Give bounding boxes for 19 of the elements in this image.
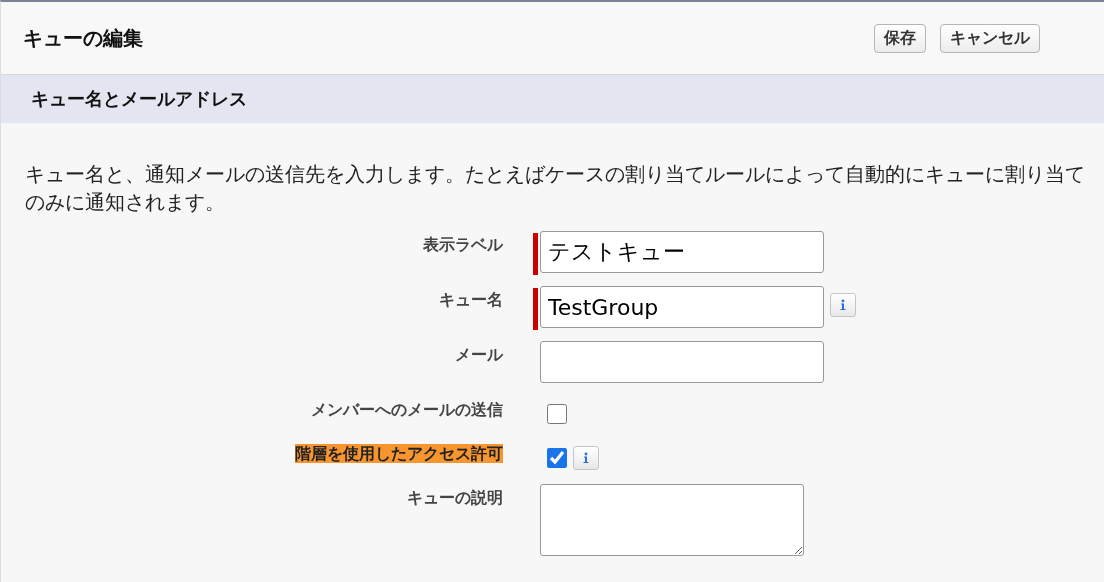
- page-title: キューの編集: [23, 24, 143, 52]
- field-label: キューの説明: [407, 488, 503, 507]
- field-label: 表示ラベル: [423, 235, 503, 254]
- input-field[interactable]: テストキュー: [540, 231, 824, 273]
- action-button[interactable]: 保存: [874, 23, 926, 53]
- checkbox[interactable]: [547, 448, 567, 468]
- field-label: キュー名: [439, 290, 503, 309]
- section-title: キュー名とメールアドレス: [31, 87, 247, 111]
- info-icon[interactable]: [573, 446, 599, 470]
- field-label: 階層を使用したアクセス許可: [295, 444, 503, 463]
- field-label: メンバーへのメールの送信: [311, 400, 503, 419]
- info-icon[interactable]: [830, 293, 856, 317]
- text-area[interactable]: [540, 484, 804, 556]
- input-field[interactable]: TestGroup: [540, 286, 824, 328]
- section-description: キュー名と、通知メールの送信先を入力します。たとえばケースの割り当てルールによって自動的にキューに割り当て のみに通知されます。: [25, 162, 1086, 216]
- input-field[interactable]: [540, 341, 824, 383]
- action-button[interactable]: キャンセル: [940, 23, 1040, 53]
- checkbox[interactable]: [547, 404, 567, 424]
- field-label: メール: [455, 345, 503, 364]
